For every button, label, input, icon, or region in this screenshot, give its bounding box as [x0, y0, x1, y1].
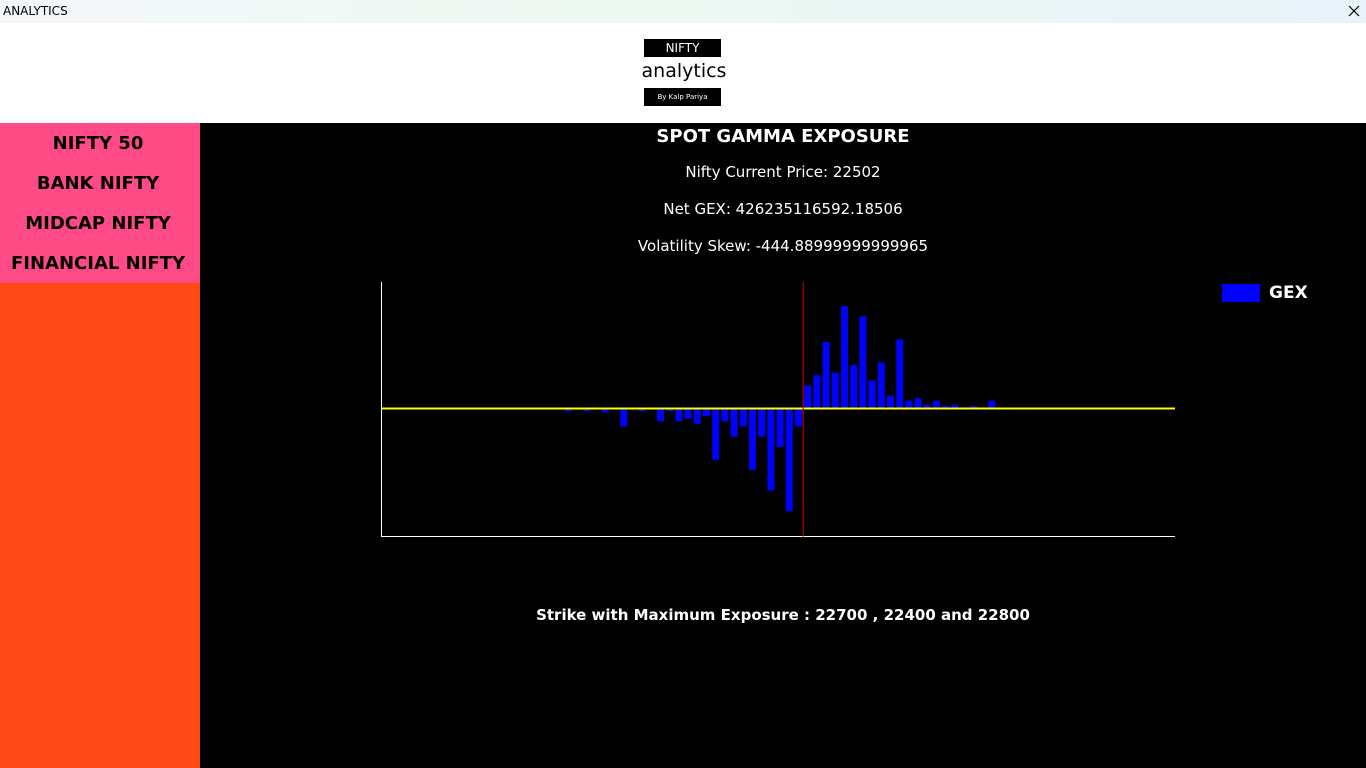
gex-bar — [933, 400, 940, 409]
window-title: ANALYTICS — [3, 4, 68, 18]
legend-swatch-gex — [1222, 284, 1260, 302]
gex-bar — [703, 408, 710, 417]
chart-legend: GEX — [1222, 283, 1322, 304]
legend-label-gex: GEX — [1269, 283, 1308, 303]
app-logo: NIFTY analytics By Kalp Pariya — [638, 39, 730, 107]
gex-bar — [693, 408, 701, 424]
gex-bar — [841, 306, 848, 409]
gex-bar — [905, 400, 913, 409]
gex-bar — [850, 365, 858, 409]
gex-bar — [859, 316, 867, 409]
gex-bar — [868, 380, 876, 409]
gex-bar — [657, 408, 664, 422]
gex-bar — [739, 408, 747, 427]
gex-bar — [887, 395, 894, 409]
gex-bar — [813, 375, 821, 409]
gex-bar — [877, 362, 885, 409]
sidebar: NIFTY 50 BANK NIFTY MIDCAP NIFTY FINANCI… — [0, 123, 200, 768]
sidebar-item-financial-nifty[interactable]: FINANCIAL NIFTY — [0, 253, 196, 274]
sidebar-item-midcap-nifty[interactable]: MIDCAP NIFTY — [0, 213, 196, 234]
gex-bar — [795, 408, 802, 427]
gex-bar — [776, 408, 784, 447]
gex-bar — [785, 408, 793, 511]
gex-bar — [767, 408, 775, 491]
max-exposure-text: Strike with Maximum Exposure : 22700 , 2… — [536, 606, 1030, 624]
sidebar-item-nifty-50[interactable]: NIFTY 50 — [0, 133, 196, 154]
gex-bar — [712, 408, 720, 460]
close-icon — [1348, 5, 1360, 17]
logo-byline: By Kalp Pariya — [644, 88, 721, 106]
window-titlebar: ANALYTICS — [0, 0, 1366, 23]
sidebar-nav: NIFTY 50 BANK NIFTY MIDCAP NIFTY FINANCI… — [0, 123, 200, 283]
current-price-text: Nifty Current Price: 22502 — [685, 163, 881, 181]
gex-bar-chart — [381, 282, 1175, 537]
gex-bar — [675, 408, 683, 422]
volatility-skew-text: Volatility Skew: -444.88999999999965 — [637, 237, 929, 255]
gex-bar — [730, 408, 738, 437]
gex-bar — [896, 339, 904, 409]
page-title: SPOT GAMMA EXPOSURE — [656, 126, 910, 147]
gex-bar — [804, 385, 812, 409]
net-gex-text: Net GEX: 426235116592.18506 — [663, 200, 903, 218]
logo-top-text: NIFTY — [644, 39, 721, 57]
sidebar-item-bank-nifty[interactable]: BANK NIFTY — [0, 173, 196, 194]
gex-bar — [988, 400, 996, 409]
gex-bar — [749, 408, 756, 470]
gex-bar — [758, 408, 766, 437]
gex-bar — [914, 398, 922, 409]
gex-bar — [721, 408, 729, 422]
gex-bar — [620, 408, 628, 427]
gex-bar — [684, 408, 692, 419]
close-button[interactable] — [1342, 0, 1366, 23]
logo-wordmark: analytics — [641, 60, 727, 82]
app-header: NIFTY analytics By Kalp Pariya — [0, 23, 1366, 123]
gex-bar — [831, 372, 839, 409]
gex-bar — [822, 341, 830, 409]
